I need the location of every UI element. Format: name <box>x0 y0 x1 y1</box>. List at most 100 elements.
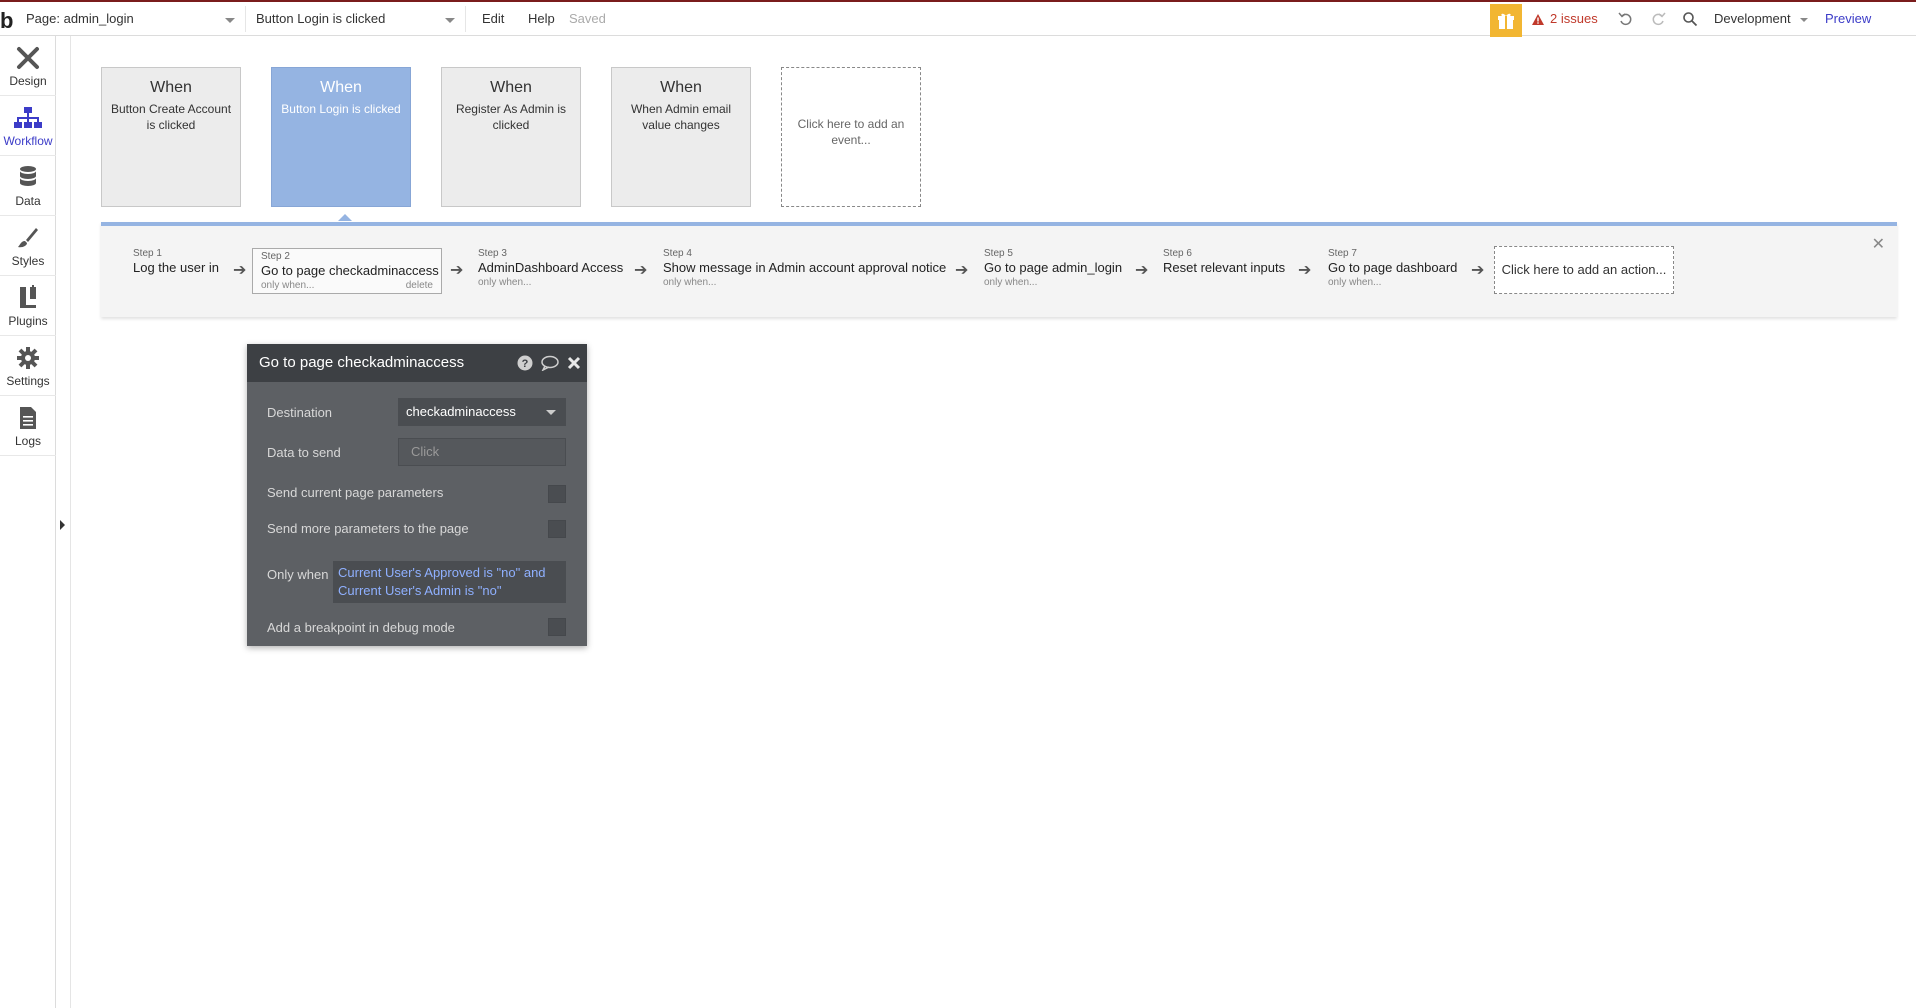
step-condition-link[interactable]: only when... <box>478 276 623 290</box>
step-title: Reset relevant inputs <box>1163 260 1286 275</box>
add-event-button[interactable]: Click here to add an event... <box>781 67 921 207</box>
step-number: Step 2 <box>261 251 290 262</box>
event-when-label: When <box>320 79 362 96</box>
search-button[interactable] <box>1680 9 1700 29</box>
arrow-right-icon: ➔ <box>1298 262 1312 279</box>
selected-event-pointer <box>338 214 352 221</box>
top-toolbar: b Page: admin_login Button Login is clic… <box>0 2 1916 37</box>
add-event-label: Click here to add an event... <box>797 117 905 147</box>
bubble-logo[interactable]: b <box>0 8 18 34</box>
event-card[interactable]: When When Admin email value changes <box>611 67 751 207</box>
sidebar-item-design[interactable]: Design <box>0 36 56 96</box>
gift-button[interactable] <box>1490 4 1522 37</box>
gift-icon <box>1498 13 1514 29</box>
close-icon[interactable]: ✕ <box>1872 234 1885 254</box>
workflow-step[interactable]: Step 6 Reset relevant inputs <box>1163 248 1285 294</box>
step-number: Step 5 <box>984 248 1013 259</box>
workflow-steps-bar: Step 1 Log the user in ➔ Step 2 Go to pa… <box>101 222 1897 317</box>
event-card[interactable]: When Button Create Account is clicked <box>101 67 241 207</box>
send-more-params-checkbox[interactable] <box>548 520 566 538</box>
sidebar-item-styles[interactable]: Styles <box>0 216 56 276</box>
step-title: Show message in Admin account approval n… <box>663 260 947 275</box>
chevron-down-icon <box>445 18 455 23</box>
workflow-step[interactable]: Step 4 Show message in Admin account app… <box>663 248 946 294</box>
sidebar-item-workflow[interactable]: Workflow <box>0 96 56 156</box>
issues-indicator[interactable]: 2 issues <box>1532 6 1598 32</box>
breakpoint-label: Add a breakpoint in debug mode <box>267 620 455 635</box>
comment-icon[interactable] <box>541 355 559 371</box>
event-card-selected[interactable]: When Button Login is clicked <box>271 67 411 207</box>
chevron-down-icon <box>1800 17 1809 22</box>
step-number: Step 6 <box>1163 248 1192 259</box>
send-more-params-label: Send more parameters to the page <box>267 521 469 536</box>
page-selector[interactable]: Page: admin_login <box>18 6 246 32</box>
workflow-step[interactable]: Step 7 Go to page dashboard only when... <box>1328 248 1457 294</box>
step-condition-link[interactable]: only when... <box>984 276 1122 290</box>
add-action-button[interactable]: Click here to add an action... <box>1494 246 1674 294</box>
destination-value: checkadminaccess <box>406 404 516 419</box>
svg-text:?: ? <box>522 358 529 370</box>
event-description: Register As Admin is clicked <box>455 102 567 132</box>
destination-dropdown[interactable]: checkadminaccess <box>398 398 566 426</box>
send-current-params-checkbox[interactable] <box>548 485 566 503</box>
sidebar-item-data[interactable]: Data <box>0 156 56 216</box>
sidebar-expand-arrow-icon[interactable] <box>60 520 65 530</box>
event-description: Button Create Account is clicked <box>110 102 232 132</box>
design-icon <box>17 47 39 69</box>
menu-help[interactable]: Help <box>528 6 555 32</box>
arrow-right-icon: ➔ <box>233 262 247 279</box>
step-number: Step 4 <box>663 248 692 259</box>
sidebar-item-plugins[interactable]: Plugins <box>0 276 56 336</box>
brush-icon <box>18 228 38 248</box>
data-to-send-field[interactable]: Click <box>398 438 566 466</box>
chevron-down-icon <box>225 18 235 23</box>
event-when-label: When <box>150 79 192 96</box>
workflow-step[interactable]: Step 5 Go to page admin_login only when.… <box>984 248 1122 294</box>
breakpoint-checkbox[interactable] <box>548 618 566 636</box>
event-when-label: When <box>660 79 702 96</box>
database-icon <box>20 166 36 186</box>
step-title: Go to page admin_login <box>984 260 1123 275</box>
destination-label: Destination <box>267 405 333 420</box>
canvas-divider <box>70 36 71 1008</box>
warning-icon <box>1532 13 1544 25</box>
sidebar-item-logs[interactable]: Logs <box>0 396 56 456</box>
redo-button[interactable] <box>1648 9 1668 29</box>
page-selector-label: Page: admin_login <box>26 11 134 26</box>
undo-icon <box>1618 12 1632 26</box>
undo-button[interactable] <box>1616 9 1636 29</box>
arrow-right-icon: ➔ <box>1135 262 1149 279</box>
event-card[interactable]: When Register As Admin is clicked <box>441 67 581 207</box>
help-icon[interactable]: ? <box>517 355 533 371</box>
sidebar-item-label: Workflow <box>3 134 53 148</box>
menu-edit[interactable]: Edit <box>482 6 504 32</box>
step-title: Go to page dashboard <box>1328 260 1458 275</box>
sidebar-item-label: Settings <box>6 374 50 388</box>
preview-link[interactable]: Preview <box>1825 6 1871 32</box>
arrow-right-icon: ➔ <box>450 262 464 279</box>
gear-icon <box>17 347 39 369</box>
workflow-step-selected[interactable]: Step 2 Go to page checkadminaccess only … <box>252 248 442 294</box>
event-selector[interactable]: Button Login is clicked <box>248 6 466 32</box>
arrow-right-icon: ➔ <box>1471 262 1485 279</box>
sidebar-item-settings[interactable]: Settings <box>0 336 56 396</box>
step-number: Step 7 <box>1328 248 1357 259</box>
panel-header[interactable]: Go to page checkadminaccess ? <box>247 344 587 382</box>
workflow-step[interactable]: Step 1 Log the user in <box>133 248 219 294</box>
step-condition-link[interactable]: only when... <box>1328 276 1457 290</box>
step-title: AdminDashboard Access <box>478 260 624 275</box>
plug-icon <box>20 285 36 308</box>
step-condition-link[interactable]: only when... <box>663 276 946 290</box>
event-description: When Admin email value changes <box>630 102 732 132</box>
saved-status: Saved <box>569 11 606 26</box>
search-icon <box>1683 12 1698 27</box>
sidebar-item-label: Logs <box>14 434 42 448</box>
redo-icon <box>1652 12 1666 26</box>
close-icon[interactable] <box>567 356 581 370</box>
step-delete-link[interactable]: delete <box>406 280 433 291</box>
workflow-step[interactable]: Step 3 AdminDashboard Access only when..… <box>478 248 623 294</box>
only-when-expression[interactable]: Current User's Approved is "no" and Curr… <box>333 561 566 603</box>
step-number: Step 3 <box>478 248 507 259</box>
environment-selector[interactable]: Development <box>1714 6 1810 32</box>
event-selector-label: Button Login is clicked <box>256 11 386 26</box>
